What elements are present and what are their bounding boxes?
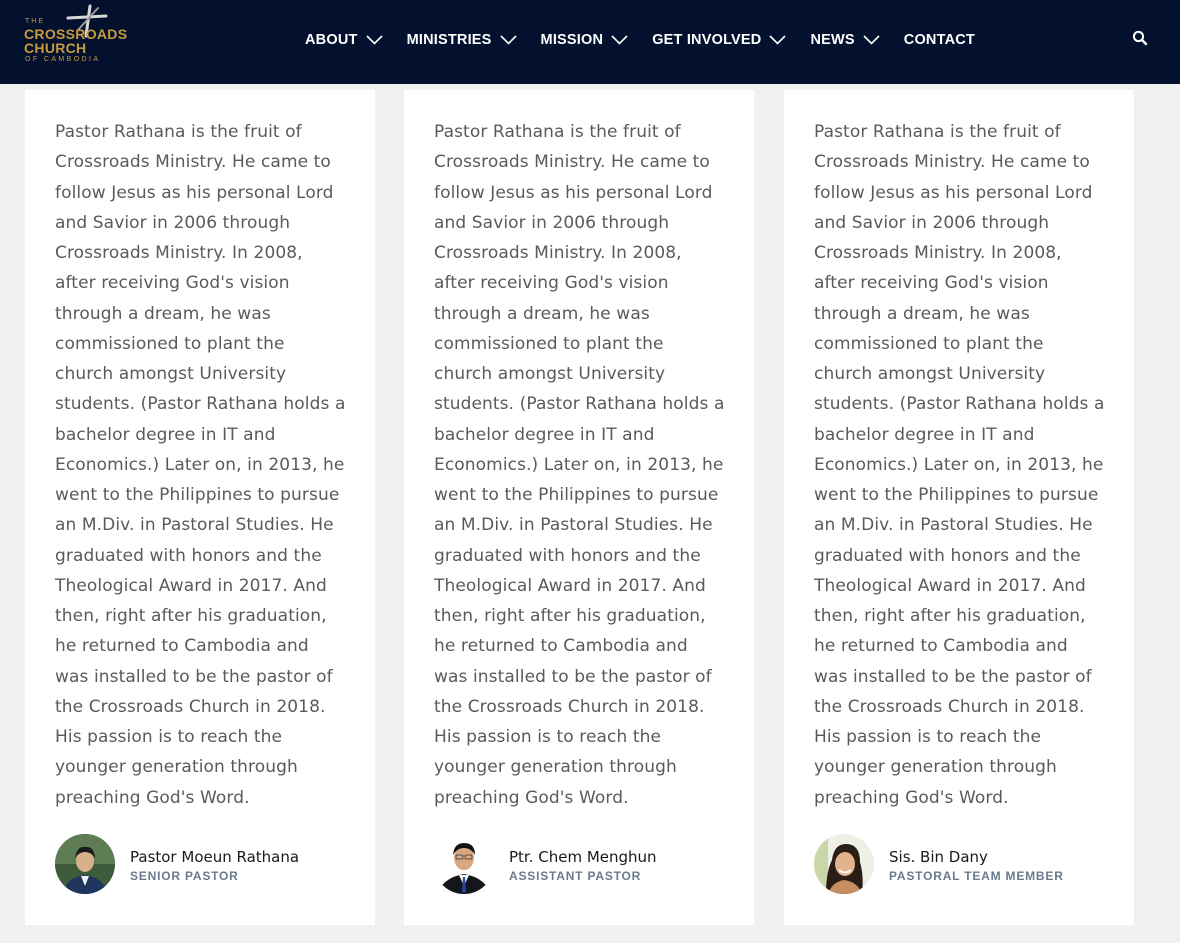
member-name: Ptr. Chem Menghun <box>509 848 657 866</box>
nav-item-label: ABOUT <box>305 32 358 48</box>
nav-item-contact[interactable]: CONTACT <box>904 32 975 48</box>
nav-item-mission[interactable]: MISSION <box>541 32 629 48</box>
avatar-photo <box>434 834 494 894</box>
avatar <box>434 834 494 894</box>
team-member-card: Pastor Rathana is the fruit of Crossroad… <box>784 90 1134 925</box>
member-bio: Pastor Rathana is the fruit of Crossroad… <box>55 122 346 808</box>
main-navigation: ABOUT MINISTRIES MISSION GET INVOLVED NE… <box>305 30 999 50</box>
chevron-down-icon <box>611 35 628 45</box>
avatar <box>814 834 874 894</box>
member-bio: Pastor Rathana is the fruit of Crossroad… <box>814 122 1105 808</box>
nav-item-label: NEWS <box>810 32 855 48</box>
church-logo[interactable]: THE CROSSROADS CHURCH OF CAMBODIA <box>24 4 127 66</box>
avatar-photo <box>814 834 874 894</box>
site-header: THE CROSSROADS CHURCH OF CAMBODIA ABOUT … <box>0 0 1180 84</box>
chevron-down-icon <box>769 35 787 45</box>
member-name: Sis. Bin Dany <box>889 848 988 866</box>
team-member-card: Pastor Rathana is the fruit of Crossroad… <box>404 90 754 925</box>
member-role: SENIOR PASTOR <box>130 869 239 883</box>
nav-item-about[interactable]: ABOUT <box>305 32 383 48</box>
chevron-down-icon <box>499 35 517 45</box>
team-member-card: Pastor Rathana is the fruit of Crossroad… <box>25 90 375 925</box>
member-bio: Pastor Rathana is the fruit of Crossroad… <box>434 122 725 808</box>
nav-item-get-involved[interactable]: GET INVOLVED <box>652 32 787 48</box>
nav-item-label: CONTACT <box>903 32 975 48</box>
logo-title-line2: CHURCH <box>24 40 87 56</box>
nav-item-label: MINISTRIES <box>406 32 492 48</box>
nav-item-label: GET INVOLVED <box>652 32 762 48</box>
search-icon[interactable] <box>1132 30 1148 46</box>
member-role: ASSISTANT PASTOR <box>509 869 642 883</box>
chevron-down-icon <box>365 35 383 45</box>
member-name: Pastor Moeun Rathana <box>130 848 300 866</box>
nav-item-ministries[interactable]: MINISTRIES <box>407 32 517 48</box>
logo-small-text: THE <box>25 18 45 25</box>
nav-item-news[interactable]: NEWS <box>810 32 880 48</box>
logo-subtitle: OF CAMBODIA <box>25 56 101 63</box>
member-role: PASTORAL TEAM MEMBER <box>889 869 1064 883</box>
chevron-down-icon <box>863 35 880 45</box>
avatar <box>55 834 115 894</box>
nav-item-label: MISSION <box>540 32 604 48</box>
avatar-photo <box>55 834 115 894</box>
